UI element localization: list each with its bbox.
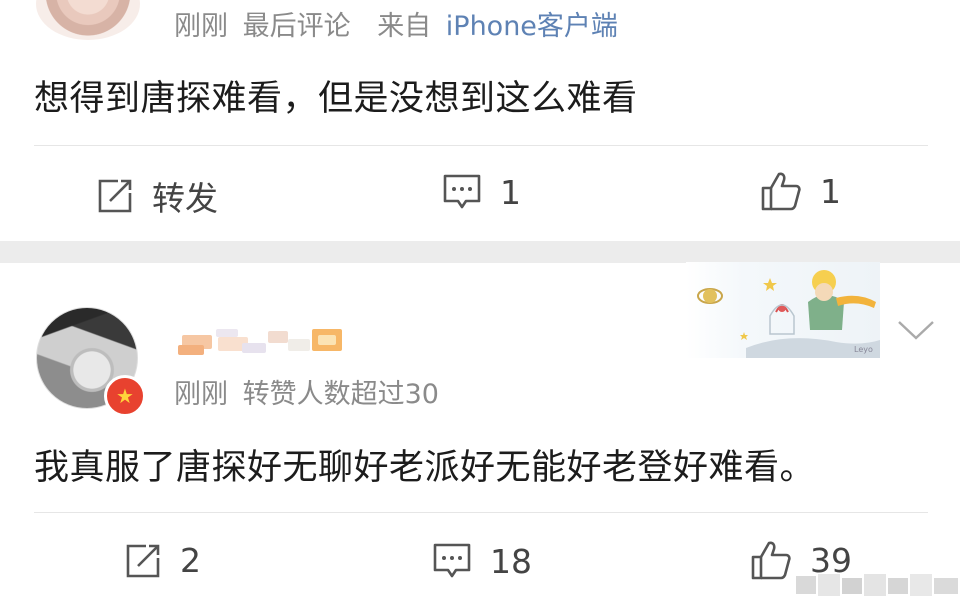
divider [34, 145, 928, 146]
thumbs-up-icon [761, 172, 801, 211]
like-button[interactable]: 1 [760, 170, 841, 212]
comment-text: 想得到唐探难看，但是没想到这么难看 [34, 79, 638, 119]
comment-label: 转赞人数超过30 [242, 379, 439, 410]
watermark-redacted [796, 572, 960, 598]
source-prefix: 来自 [377, 11, 432, 42]
svg-text:Leyo: Leyo [854, 345, 873, 354]
comment-meta: 刚刚 转赞人数超过30 [174, 372, 439, 411]
star-icon: ★ [116, 384, 134, 408]
comment-count: 1 [500, 172, 521, 212]
comment-button[interactable]: 1 [442, 172, 521, 212]
comment-count: 18 [490, 541, 532, 581]
comment-time: 刚刚 [174, 379, 228, 410]
comment-label: 最后评论 [242, 11, 351, 42]
comment-icon [433, 543, 471, 578]
comment-text: 我真服了唐探好无聊好老派好无能好老登好难看。 [34, 448, 816, 488]
verified-badge: ★ [104, 375, 146, 417]
comment-time: 刚刚 [174, 11, 228, 42]
avatar[interactable] [36, 0, 140, 40]
repost-label: 转发 [152, 179, 218, 218]
repost-button[interactable]: 转发 [96, 172, 218, 220]
comment-icon [443, 174, 481, 209]
chevron-down-icon [898, 321, 934, 340]
separator-band [0, 241, 960, 263]
username-redacted[interactable] [178, 323, 348, 357]
comment-button[interactable]: 18 [432, 541, 532, 581]
thumbs-up-icon [751, 541, 791, 580]
comment-meta: 刚刚 最后评论 来自 iPhone客户端 [174, 4, 618, 43]
like-count: 1 [820, 171, 841, 211]
repost-icon [126, 544, 160, 577]
source-link[interactable]: iPhone客户端 [446, 11, 618, 42]
repost-icon [98, 179, 132, 213]
divider [34, 512, 928, 513]
chevron-down-button[interactable] [896, 318, 936, 346]
decoration-image: Leyo [686, 262, 880, 358]
repost-count: 2 [180, 541, 201, 580]
repost-button[interactable]: 2 [124, 541, 201, 580]
